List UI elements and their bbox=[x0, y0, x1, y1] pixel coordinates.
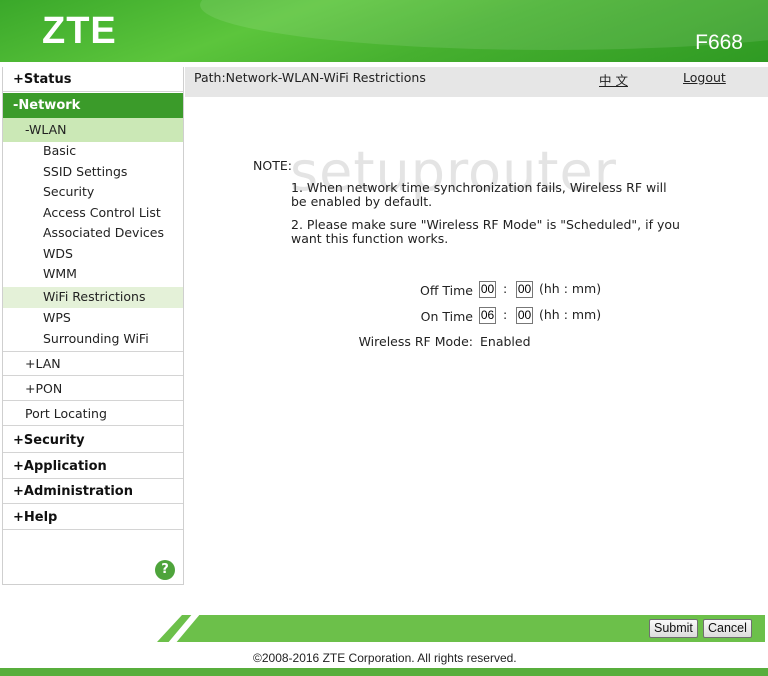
sidebar: +Status -Network -WLAN Basic SSID Settin… bbox=[2, 67, 184, 585]
copyright-text: ©2008-2016 ZTE Corporation. All rights r… bbox=[253, 651, 517, 665]
breadcrumb: Path:Network-WLAN-WiFi Restrictions bbox=[194, 70, 426, 85]
nav-wps[interactable]: WPS bbox=[3, 308, 183, 329]
nav-security[interactable]: +Security bbox=[3, 428, 183, 453]
on-time-colon: : bbox=[503, 307, 508, 322]
header-swoosh bbox=[200, 0, 768, 50]
nav-basic[interactable]: Basic bbox=[3, 141, 183, 162]
off-time-hour-input[interactable] bbox=[479, 281, 496, 298]
help-icon[interactable]: ? bbox=[155, 560, 175, 580]
cancel-button[interactable]: Cancel bbox=[703, 619, 752, 638]
nav-pon[interactable]: +PON bbox=[3, 377, 183, 401]
bottom-strip bbox=[0, 668, 768, 676]
note-line-1: 1. When network time synchronization fai… bbox=[291, 180, 667, 209]
nav-port-locating[interactable]: Port Locating bbox=[3, 402, 183, 426]
on-time-hour-input[interactable] bbox=[479, 307, 496, 324]
nav-security-wlan[interactable]: Security bbox=[3, 182, 183, 203]
on-time-minute-input[interactable] bbox=[516, 307, 533, 324]
nav-network[interactable]: -Network bbox=[3, 93, 183, 118]
nav-help[interactable]: +Help bbox=[3, 505, 183, 530]
off-time-minute-input[interactable] bbox=[516, 281, 533, 298]
nav-ssid-settings[interactable]: SSID Settings bbox=[3, 162, 183, 183]
on-time-label: On Time bbox=[420, 309, 473, 324]
nav-wlan[interactable]: -WLAN bbox=[3, 118, 183, 142]
rf-mode-label: Wireless RF Mode: bbox=[358, 334, 473, 349]
submit-button[interactable]: Submit bbox=[649, 619, 698, 638]
header-banner: ZTE F668 bbox=[0, 0, 768, 62]
nav-lan[interactable]: +LAN bbox=[3, 352, 183, 376]
note-line-2: 2. Please make sure "Wireless RF Mode" i… bbox=[291, 217, 680, 246]
off-time-colon: : bbox=[503, 281, 508, 296]
nav-wds[interactable]: WDS bbox=[3, 244, 183, 265]
nav-surrounding-wifi[interactable]: Surrounding WiFi bbox=[3, 329, 183, 352]
on-time-hint: (hh : mm) bbox=[539, 307, 602, 322]
path-bar: Path:Network-WLAN-WiFi Restrictions 中 文 … bbox=[185, 67, 768, 97]
nav-wifi-restrictions[interactable]: WiFi Restrictions bbox=[3, 287, 183, 308]
off-time-hint: (hh : mm) bbox=[539, 281, 602, 296]
rf-mode-value: Enabled bbox=[480, 334, 531, 349]
note-label: NOTE: bbox=[253, 158, 292, 173]
nav-access-control-list[interactable]: Access Control List bbox=[3, 203, 183, 224]
nav-administration[interactable]: +Administration bbox=[3, 479, 183, 504]
nav-associated-devices[interactable]: Associated Devices bbox=[3, 223, 183, 244]
model-name: F668 bbox=[695, 31, 743, 54]
nav-application[interactable]: +Application bbox=[3, 454, 183, 479]
zte-logo: ZTE bbox=[42, 10, 117, 52]
logout-link[interactable]: Logout bbox=[683, 70, 726, 85]
nav-wmm[interactable]: WMM bbox=[3, 264, 183, 285]
language-link[interactable]: 中 文 bbox=[599, 70, 628, 89]
off-time-label: Off Time bbox=[419, 283, 473, 298]
nav-status[interactable]: +Status bbox=[3, 67, 183, 92]
